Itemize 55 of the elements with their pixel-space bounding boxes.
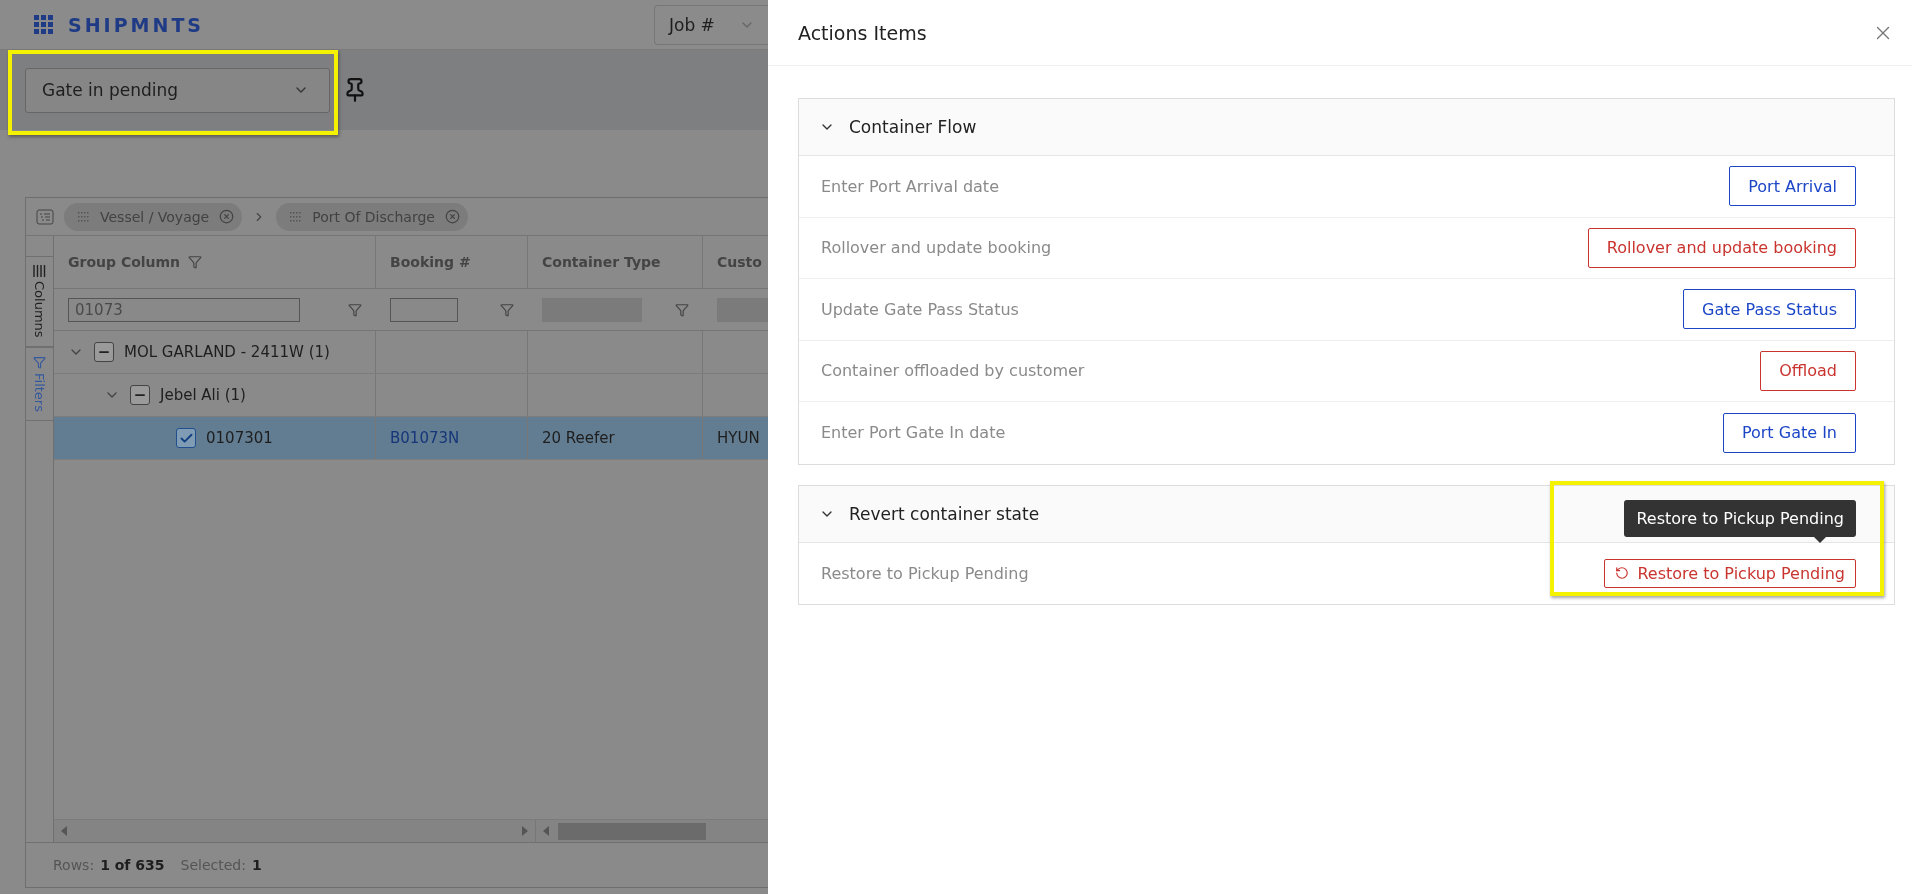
action-button[interactable]: Port Arrival <box>1729 166 1856 207</box>
container-number: 0107301 <box>206 429 273 447</box>
table-row[interactable]: 0107301 B01073N 20 Reefer HYUN <box>54 417 768 460</box>
drag-handle-icon <box>78 211 90 222</box>
filter-icon[interactable] <box>188 255 203 269</box>
scroll-left-icon[interactable] <box>542 826 550 836</box>
group-chip[interactable]: Vessel / Voyage <box>64 202 243 231</box>
column-header[interactable]: Booking # <box>390 254 471 270</box>
table-cell: HYUN <box>717 429 760 447</box>
checkbox[interactable] <box>176 428 196 448</box>
action-button[interactable]: Port Gate In <box>1722 412 1856 453</box>
filter-icon[interactable] <box>675 302 689 317</box>
filter-icon <box>33 355 46 369</box>
chip-label: Vessel / Voyage <box>100 208 210 225</box>
checkbox[interactable] <box>130 385 150 405</box>
selected-count: 1 <box>251 857 262 873</box>
undo-icon <box>1615 566 1630 581</box>
drag-handle-icon <box>290 211 303 222</box>
table-cell: 20 Reefer <box>542 429 615 447</box>
checkbox[interactable] <box>94 342 114 362</box>
action-button[interactable]: Restore to Pickup Pending <box>1604 558 1856 588</box>
rows-count: 1 of 635 <box>100 857 165 873</box>
view-select[interactable]: Gate in pending <box>25 67 330 113</box>
action-description: Rollover and update booking <box>821 238 1052 258</box>
group-label: Jebel Ali (1) <box>160 386 246 404</box>
action-button[interactable]: Gate Pass Status <box>1683 289 1856 330</box>
filter-icon[interactable] <box>348 302 362 317</box>
app-logo: SHIPMNTS <box>68 13 205 36</box>
column-header[interactable]: Group Column <box>68 254 181 270</box>
group-panel-icon <box>36 207 54 226</box>
panel-title: Actions Items <box>798 21 927 44</box>
chip-label: Port Of Discharge <box>312 208 435 225</box>
scroll-left-icon[interactable] <box>60 826 68 836</box>
action-description: Enter Port Gate In date <box>821 423 1006 443</box>
remove-icon[interactable] <box>444 209 460 224</box>
filter-field[interactable]: 01073 <box>68 297 300 322</box>
scrollbar-thumb[interactable] <box>558 822 706 840</box>
group-label: MOL GARLAND - 2411W (1) <box>124 343 330 361</box>
apps-grid-icon[interactable] <box>34 14 54 35</box>
action-description: Restore to Pickup Pending <box>821 563 1029 583</box>
filter-icon[interactable] <box>500 302 514 317</box>
section-title[interactable]: Revert container state <box>849 503 1040 524</box>
action-description: Container offloaded by customer <box>821 361 1085 381</box>
scroll-right-icon[interactable] <box>521 826 529 836</box>
filter-field[interactable] <box>390 297 458 322</box>
section-title[interactable]: Container Flow <box>849 117 977 137</box>
side-tab[interactable]: Columns <box>26 256 53 347</box>
group-chip[interactable]: Port Of Discharge <box>276 202 468 231</box>
action-button[interactable]: Rollover and update booking <box>1587 227 1856 268</box>
columns-icon <box>33 265 46 277</box>
remove-icon[interactable] <box>219 209 235 224</box>
action-button[interactable]: Offload <box>1760 350 1856 391</box>
booking-link[interactable]: B01073N <box>390 429 460 447</box>
action-description: Update Gate Pass Status <box>821 299 1019 319</box>
action-description: Enter Port Arrival date <box>821 176 999 196</box>
